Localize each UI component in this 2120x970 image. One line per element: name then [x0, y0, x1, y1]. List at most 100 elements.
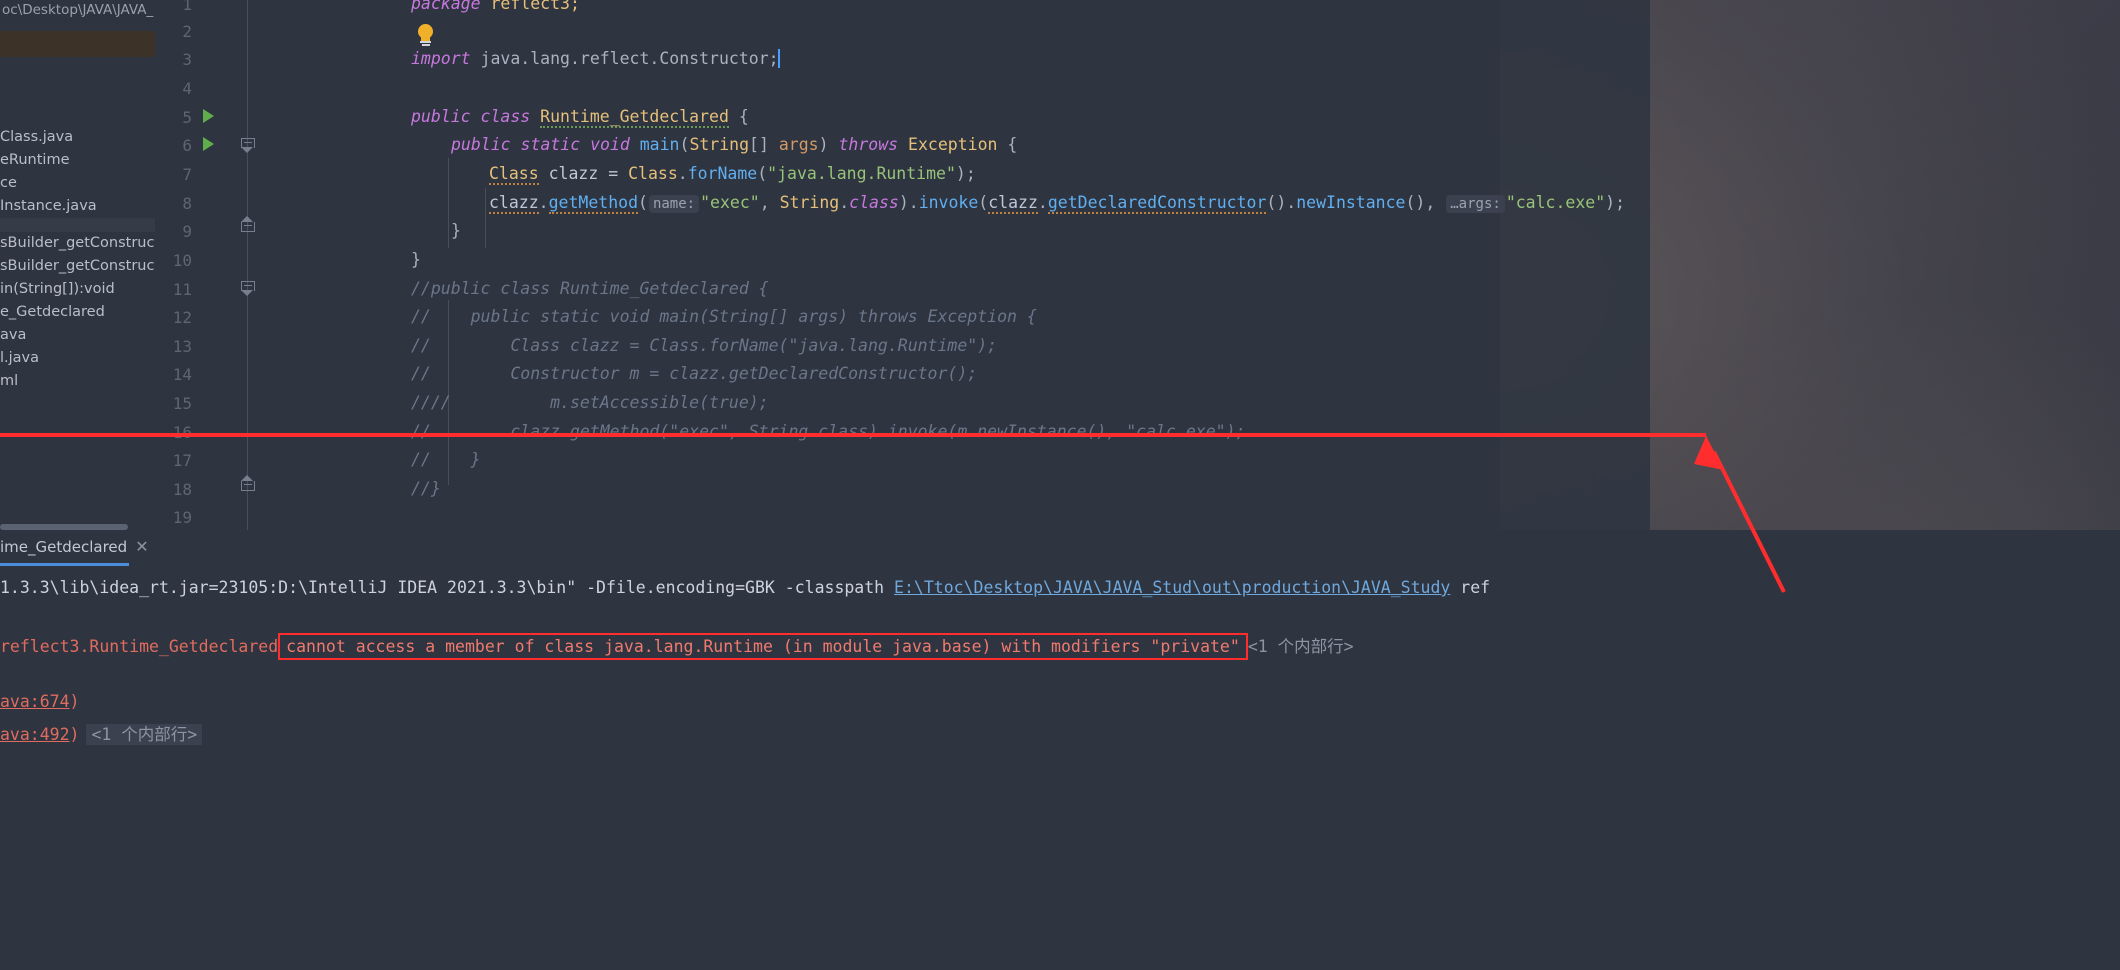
code-line-14[interactable]: // Constructor m = clazz.getDeclaredCons…	[411, 364, 977, 383]
code-line-6[interactable]: public static void main(String[] args) t…	[451, 135, 1017, 154]
classpath-link[interactable]: E:\Ttoc\Desktop\JAVA\JAVA_Stud\out\produ…	[894, 578, 1450, 597]
variable-name: clazz	[489, 193, 539, 214]
code-line-3[interactable]: import java.lang.reflect.Constructor;	[411, 49, 780, 68]
list-item[interactable]: eRuntime	[0, 149, 155, 172]
code-line-1[interactable]: package reflect3;	[411, 0, 580, 13]
project-tree-list[interactable]: Class.java eRuntime ce Instance.java sBu…	[0, 126, 155, 393]
list-item[interactable]: sBuilder_getConstructor1	[0, 232, 155, 255]
paren: );	[1605, 193, 1626, 212]
code-line-13[interactable]: // Class clazz = Class.forName("java.lan…	[411, 336, 997, 355]
variable-name: clazz	[988, 193, 1038, 214]
type-name: Exception	[908, 135, 998, 154]
keyword: class	[849, 193, 899, 212]
project-sidebar[interactable]: oc\Desktop\JAVA\JAVA_ Class.java eRuntim…	[0, 0, 155, 530]
list-item[interactable]: in(String[]):void	[0, 278, 155, 301]
indent-guide	[448, 158, 449, 248]
sidebar-selected-row[interactable]	[0, 218, 155, 232]
paren: )	[69, 692, 80, 711]
dot: .	[677, 164, 688, 183]
paren: );	[955, 164, 976, 183]
fold-end-icon[interactable]	[241, 216, 255, 237]
code-line-10[interactable]: }	[411, 250, 421, 269]
fold-collapse-icon[interactable]	[241, 138, 255, 153]
tab-label: ime_Getdeclared	[0, 538, 128, 556]
call-parens: ().	[1266, 193, 1297, 212]
list-item[interactable]: e_Getdeclared	[0, 301, 155, 324]
run-tool-window[interactable]: ime_Getdeclared ✕ 1.3.3\lib\idea_rt.jar=2…	[0, 530, 2120, 970]
list-item[interactable]: Class.java	[0, 126, 155, 149]
variable-name: clazz =	[538, 164, 629, 183]
comma: ,	[759, 193, 780, 212]
keyword: import	[411, 49, 471, 68]
call-parens: (),	[1405, 193, 1446, 212]
code-line-7[interactable]: Class clazz = Class.forName("java.lang.R…	[489, 164, 976, 185]
paren: (	[679, 135, 690, 154]
code-content[interactable]: package reflect3; import java.lang.refle…	[155, 0, 1625, 513]
tab-run-configuration[interactable]: ime_Getdeclared ✕	[0, 535, 149, 562]
method-name: getDeclaredConstructor	[1047, 193, 1267, 214]
keyword: package	[411, 0, 481, 13]
brace: {	[738, 107, 749, 126]
type-name: String	[689, 135, 750, 154]
code-line-8[interactable]: clazz.getMethod(name: "exec", String.clas…	[489, 193, 1626, 214]
list-item[interactable]: Instance.java	[0, 195, 155, 218]
string-literal: "java.lang.Runtime"	[767, 164, 956, 183]
paren: (	[757, 164, 768, 183]
type-name: Class	[489, 164, 539, 185]
fold-end-icon[interactable]	[241, 475, 255, 496]
console-line-stack-2: ava:492) <1 个内部行>	[0, 721, 203, 745]
list-item[interactable]: ce	[0, 172, 155, 195]
fold-region-line	[247, 0, 248, 530]
stack-frame-link[interactable]: ava:492	[0, 725, 70, 744]
code-line-18[interactable]: //}	[411, 479, 441, 498]
paren: )	[818, 135, 829, 154]
code-line-17[interactable]: // }	[411, 450, 481, 469]
parameter-hint-varargs[interactable]: …args:	[1446, 195, 1505, 213]
type-name: String	[779, 193, 840, 212]
dot: .	[908, 193, 919, 212]
code-line-16[interactable]: // clazz.getMethod("exec", String.class)…	[411, 422, 1245, 441]
code-editor[interactable]: 1 2 3 4 5 6 7 8 9 10 11 12 13 14 15 16 1…	[155, 0, 2120, 530]
project-path-label: oc\Desktop\JAVA\JAVA_	[2, 2, 154, 18]
paren: (	[978, 193, 989, 212]
console-output[interactable]: 1.3.3\lib\idea_rt.jar=23105:D:\IntelliJ …	[0, 566, 2120, 970]
stack-frame-link[interactable]: ava:674	[0, 692, 70, 711]
editor-background-fade	[1500, 0, 1650, 530]
keyword: public static void	[451, 135, 630, 154]
exception-origin: reflect3.Runtime_Getdeclared	[0, 637, 279, 656]
code-line-12[interactable]: // public static void main(String[] args…	[411, 307, 1037, 326]
code-line-11[interactable]: //public class Runtime_Getdeclared {	[411, 279, 769, 298]
package-name: reflect3;	[490, 0, 580, 13]
brackets: []	[749, 135, 779, 154]
dot: .	[839, 193, 850, 212]
list-item[interactable]: sBuilder_getConstructor2	[0, 255, 155, 278]
paren: )	[898, 193, 909, 212]
dot: .	[538, 193, 549, 212]
method-name: forName	[687, 164, 758, 183]
sidebar-highlighted-row[interactable]	[0, 31, 155, 57]
paren: (	[638, 193, 648, 212]
run-tab-bar[interactable]: ime_Getdeclared ✕	[0, 530, 2120, 566]
console-command-tail: ref	[1450, 578, 1491, 597]
code-line-5[interactable]: public class Runtime_Getdeclared {	[411, 107, 749, 128]
code-line-9[interactable]: }	[451, 221, 461, 240]
console-line-error: reflect3.Runtime_Getdeclared cannot acces…	[0, 633, 1354, 660]
brace: }	[411, 250, 421, 269]
lightbulb-icon[interactable]	[417, 24, 434, 46]
list-item[interactable]: l.java	[0, 347, 155, 370]
list-item[interactable]: ml	[0, 370, 155, 393]
method-name: main	[639, 135, 680, 154]
console-command-text: 1.3.3\lib\idea_rt.jar=23105:D:\IntelliJ …	[0, 578, 895, 597]
keyword: public class	[411, 107, 531, 126]
parameter-hint-name[interactable]: name:	[648, 195, 700, 213]
class-name: Runtime_Getdeclared	[540, 107, 729, 128]
string-literal: "calc.exe"	[1505, 193, 1606, 212]
text-caret	[777, 49, 780, 68]
paren: )	[69, 725, 80, 744]
code-line-15[interactable]: //// m.setAccessible(true);	[411, 393, 769, 412]
collapsed-frames-label[interactable]: <1 个内部行>	[86, 724, 203, 745]
list-item[interactable]: ava	[0, 324, 155, 347]
close-icon[interactable]: ✕	[135, 537, 148, 556]
collapsed-frames-label[interactable]: <1 个内部行>	[1248, 637, 1354, 656]
fold-collapse-icon[interactable]	[241, 281, 255, 296]
